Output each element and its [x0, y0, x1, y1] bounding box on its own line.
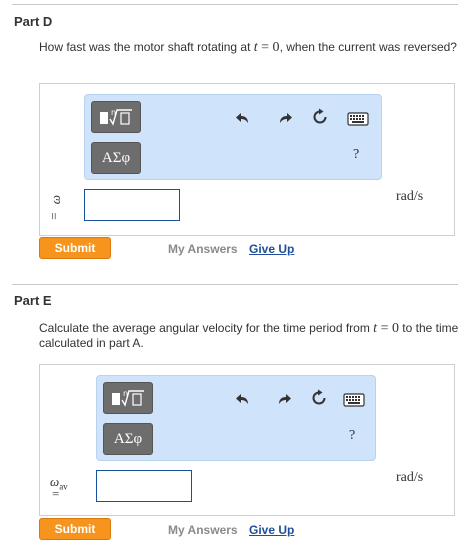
part-e-divider [12, 284, 458, 285]
part-e-submit-button[interactable]: Submit [39, 518, 111, 540]
part-e-title: Part E [14, 293, 52, 308]
part-e-symbols-button[interactable]: ΑΣφ [103, 423, 153, 455]
keyboard-icon[interactable] [347, 110, 369, 128]
part-e-toolbar: n ΑΣφ ? [96, 375, 376, 461]
part-e-give-up-link[interactable]: Give Up [249, 523, 294, 537]
part-d-equals-sign: = [46, 212, 62, 220]
templates-icon: n [100, 108, 132, 126]
part-d-question-pre: How fast was the motor shaft rotating at [39, 40, 254, 54]
part-d-question-eq: = 0 [257, 40, 280, 55]
part-d-symbols-button[interactable]: ΑΣφ [91, 142, 141, 174]
part-e-units: rad/s [396, 470, 424, 485]
redo-icon[interactable] [275, 109, 293, 127]
part-d-give-up-link[interactable]: Give Up [249, 242, 294, 256]
part-d-answer-box: n ΑΣφ ? ω = rad/s [39, 83, 455, 236]
part-d-templates-button[interactable]: n [91, 101, 141, 133]
part-e-answer-box: n ΑΣφ ? ωav = rad/s [39, 364, 455, 516]
undo-icon[interactable] [235, 390, 253, 408]
part-d-units: rad/s [396, 189, 424, 204]
part-d-answer-input[interactable] [84, 189, 180, 221]
part-d-help-button[interactable]: ? [353, 147, 359, 163]
part-d-title: Part D [14, 14, 53, 29]
part-d-toolbar: n ΑΣφ ? [84, 94, 382, 180]
part-d-my-answers-link[interactable]: My Answers [168, 242, 238, 256]
part-e-templates-button[interactable]: n [103, 382, 153, 414]
part-d-question-post: , when the current was reversed? [279, 40, 457, 54]
keyboard-icon[interactable] [343, 391, 365, 409]
part-d-submit-button[interactable]: Submit [39, 237, 111, 259]
part-e-my-answers-link[interactable]: My Answers [168, 523, 238, 537]
reset-icon[interactable] [311, 108, 329, 126]
part-e-question: Calculate the average angular velocity f… [39, 321, 459, 351]
redo-icon[interactable] [274, 390, 292, 408]
part-e-question-pre: Calculate the average angular velocity f… [39, 321, 374, 335]
part-e-equals-sign: = [52, 486, 60, 501]
reset-icon[interactable] [310, 389, 328, 407]
part-d-question: How fast was the motor shaft rotating at… [39, 40, 459, 55]
part-d-variable-label: ω [48, 195, 63, 205]
templates-icon: n [112, 389, 144, 407]
part-d-divider [12, 4, 458, 5]
part-e-answer-input[interactable] [96, 470, 192, 502]
part-e-question-eq: = 0 [377, 321, 399, 336]
part-e-help-button[interactable]: ? [349, 428, 355, 444]
undo-icon[interactable] [235, 109, 253, 127]
